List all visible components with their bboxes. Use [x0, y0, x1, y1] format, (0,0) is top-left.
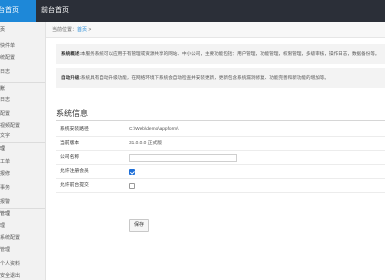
sidebar-menu: 页 快件单 统配置 日志 账 日志 配置 视频配置 文字 理 工单 报修 事务 …: [0, 22, 46, 280]
sidebar-item[interactable]: 快件单: [0, 42, 45, 49]
form-row-allow-front: 允许前台提交: [56, 180, 385, 193]
breadcrumb-home-link[interactable]: 首页: [77, 27, 87, 33]
sidebar-item[interactable]: 页: [0, 26, 45, 33]
notice-label: 系统概述:: [61, 51, 81, 56]
sidebar-divider: [0, 208, 45, 209]
admin-home-tab[interactable]: 台首页: [0, 0, 36, 22]
breadcrumb-prefix: 当前位置：: [52, 27, 78, 33]
version-label: 当前版本: [60, 141, 80, 146]
version-value: 31.0.0.0 正式版: [129, 141, 163, 146]
section-divider: [56, 120, 385, 121]
install-dir-value: C:\Web\demo\appform\: [129, 127, 179, 132]
allow-register-label: 允许注册会员: [60, 169, 89, 174]
sidebar-group[interactable]: 账: [0, 85, 45, 92]
company-name-input[interactable]: [129, 154, 237, 162]
sidebar-item[interactable]: 系统配置: [0, 234, 45, 241]
main-content: 当前位置：首页 > 系统概述:本服务系统可以应用于有管理或资源共享的网站、中小公…: [46, 22, 385, 280]
sidebar-item[interactable]: 安全退出: [0, 272, 45, 279]
company-name-label: 公司名称: [60, 155, 80, 160]
sidebar-item[interactable]: 报修: [0, 170, 45, 177]
form-row-company: 公司名称: [56, 152, 385, 165]
sidebar-item[interactable]: 管理: [0, 246, 45, 253]
allow-register-checkbox[interactable]: [129, 169, 135, 175]
install-dir-label: 系统安装路径: [60, 127, 89, 132]
sidebar-item[interactable]: 工单: [0, 158, 45, 165]
sidebar-item[interactable]: 视频配置: [0, 122, 45, 129]
breadcrumb: 当前位置：首页 >: [46, 22, 385, 38]
allow-front-label: 允许前台提交: [60, 183, 89, 188]
form-row-version: 当前版本 31.0.0.0 正式版: [56, 138, 385, 151]
sidebar-divider: [0, 82, 45, 83]
sidebar-item[interactable]: 事务: [0, 184, 45, 191]
front-home-link[interactable]: 前台首页: [41, 0, 69, 22]
sidebar-item[interactable]: 日志: [0, 96, 45, 103]
sidebar-item[interactable]: 理: [0, 222, 45, 229]
sidebar-item[interactable]: 配置: [0, 110, 45, 117]
sidebar-group[interactable]: 理: [0, 145, 45, 152]
sidebar-item[interactable]: 文字: [0, 132, 45, 139]
notice-upgrade: 自动升级:系统具有自动升级功能，在网络环境下系统会自动检查并安装更新，更新包含系…: [56, 68, 385, 88]
sidebar-item[interactable]: 个人资料: [0, 260, 45, 267]
notice-text: 系统具有自动升级功能，在网络环境下系统会自动检查并安装更新，更新包含系统漏洞修复…: [80, 75, 329, 80]
section-title: 系统信息: [56, 109, 88, 118]
form-row-install-dir: 系统安装路径 C:\Web\demo\appform\: [56, 124, 385, 137]
sidebar-item[interactable]: 统配置: [0, 54, 45, 61]
notice-text: 本服务系统可以应用于有管理或资源共享的网站、中小公司，主要功能包括：用户管理，功…: [80, 51, 380, 56]
save-button[interactable]: 保存: [129, 219, 149, 232]
breadcrumb-separator: >: [88, 27, 92, 33]
sidebar-item[interactable]: 报警: [0, 198, 45, 205]
notice-overview: 系统概述:本服务系统可以应用于有管理或资源共享的网站、中小公司，主要功能包括：用…: [56, 44, 385, 64]
notice-label: 自动升级:: [61, 75, 81, 80]
form-row-allow-register: 允许注册会员: [56, 166, 385, 179]
sidebar-item[interactable]: 日志: [0, 68, 45, 75]
sidebar-group[interactable]: 管理: [0, 210, 45, 217]
sidebar-divider: [0, 142, 45, 143]
top-navbar: 台首页 前台首页: [0, 0, 385, 22]
allow-front-checkbox[interactable]: [129, 183, 135, 189]
